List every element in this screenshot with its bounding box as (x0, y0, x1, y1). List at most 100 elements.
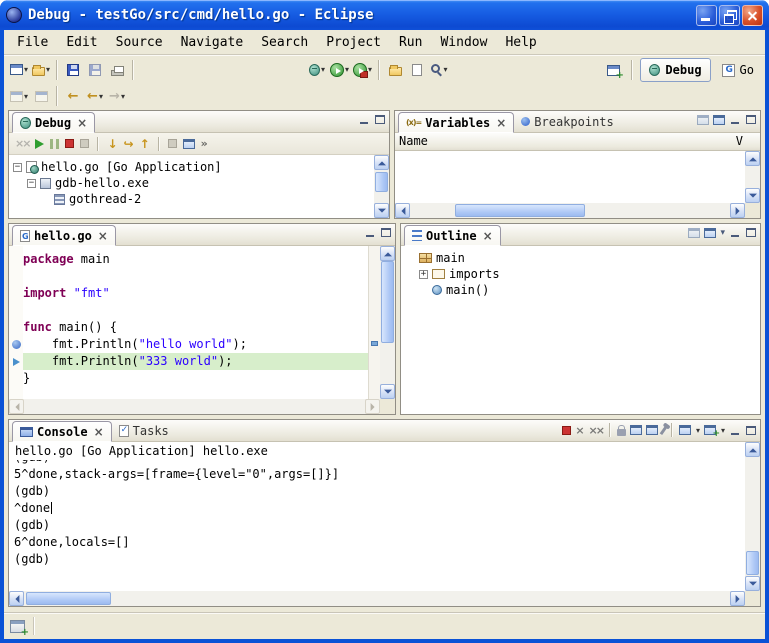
tab-variables[interactable]: (x)= Variables × (398, 112, 514, 133)
close-tab-icon[interactable]: × (98, 230, 108, 242)
open-perspective-button[interactable] (602, 58, 624, 82)
code-line[interactable] (23, 302, 368, 319)
scrollbar-thumb[interactable] (455, 204, 585, 217)
menu-source[interactable]: Source (107, 33, 172, 52)
code-line[interactable]: func main() { (23, 319, 368, 336)
tree-item[interactable]: −gdb-hello.exe (9, 175, 374, 191)
perspective-go-button[interactable]: Go (714, 58, 762, 82)
code-line[interactable]: } (23, 370, 368, 387)
tree-item[interactable]: gothread-2 (9, 191, 374, 207)
word-wrap-button[interactable] (646, 425, 658, 435)
view-menu-icon[interactable]: ▾ (720, 228, 725, 238)
tab-tasks[interactable]: Tasks (112, 420, 176, 441)
scrollbar-thumb[interactable] (746, 551, 759, 575)
toolbar-overflow-chevron[interactable]: » (201, 137, 208, 150)
step-filters-button[interactable] (183, 139, 195, 149)
variables-vertical-scrollbar[interactable] (745, 151, 760, 203)
tree-expander[interactable]: − (27, 179, 36, 188)
gutter-line[interactable] (9, 302, 23, 319)
scroll-down-button[interactable] (374, 203, 389, 218)
menu-navigate[interactable]: Navigate (172, 33, 253, 52)
suspend-button[interactable] (50, 139, 59, 149)
tree-item[interactable]: main (415, 250, 760, 266)
code-line[interactable]: fmt.Println("333 world"); (23, 353, 368, 370)
editor-gutter[interactable] (9, 246, 23, 399)
open-type-button[interactable] (406, 58, 428, 82)
scroll-down-button[interactable] (745, 188, 760, 203)
scroll-lock-button[interactable] (617, 429, 626, 436)
code-area[interactable]: package main import "fmt" func main() { … (23, 246, 368, 399)
ruler-annotation[interactable] (371, 341, 378, 346)
minimize-view-button[interactable] (729, 114, 741, 125)
gutter-line[interactable] (9, 251, 23, 268)
annotation-nav-button[interactable]: ▾ (8, 84, 30, 108)
tree-item[interactable]: main() (415, 282, 760, 298)
editor-vertical-scrollbar[interactable] (380, 246, 395, 399)
sort-button[interactable] (688, 228, 700, 238)
scrollbar-track[interactable] (380, 261, 395, 384)
pin-console-button[interactable] (660, 425, 668, 434)
debug-launch-button[interactable]: ▾ (306, 58, 328, 82)
scroll-up-button[interactable] (380, 246, 395, 261)
debug-vertical-scrollbar[interactable] (374, 155, 389, 218)
scrollbar-thumb[interactable] (26, 592, 111, 605)
last-edit-location-button[interactable]: ← (62, 84, 84, 108)
disconnect-button[interactable] (80, 139, 89, 148)
menu-run[interactable]: Run (390, 33, 431, 52)
scrollbar-track[interactable] (374, 170, 389, 203)
scroll-right-button[interactable] (365, 399, 380, 414)
tree-item[interactable]: −hello.go [Go Application] (9, 159, 374, 175)
scroll-up-button[interactable] (745, 442, 760, 457)
menu-edit[interactable]: Edit (57, 33, 106, 52)
next-annotation-button[interactable] (30, 84, 52, 108)
clear-console-button[interactable] (630, 425, 642, 435)
perspective-debug-button[interactable]: Debug (640, 58, 710, 82)
scrollbar-track[interactable] (24, 399, 365, 414)
menu-project[interactable]: Project (317, 33, 390, 52)
collapse-all-button[interactable] (713, 115, 725, 125)
new-wizard-button[interactable]: ▾ (8, 58, 30, 82)
tab-outline[interactable]: Outline × (404, 225, 501, 246)
back-button[interactable]: ←▾ (84, 84, 106, 108)
open-resource-button[interactable] (384, 58, 406, 82)
code-line[interactable]: fmt.Println("hello world"); (23, 336, 368, 353)
scroll-up-button[interactable] (374, 155, 389, 170)
minimize-view-button[interactable] (729, 227, 741, 238)
terminate-button[interactable] (562, 426, 571, 435)
dropdown-icon[interactable]: ▾ (696, 426, 700, 435)
variables-horizontal-scrollbar[interactable] (395, 203, 745, 218)
tree-expander[interactable]: − (13, 163, 22, 172)
tab-console[interactable]: Console × (12, 421, 112, 442)
print-button[interactable] (106, 58, 128, 82)
minimize-view-button[interactable] (729, 425, 741, 436)
tree-item[interactable]: +imports (415, 266, 760, 282)
drop-to-frame-button[interactable] (168, 139, 177, 148)
external-tools-button[interactable]: ▾ (351, 58, 374, 82)
menu-file[interactable]: File (8, 33, 57, 52)
minimize-view-button[interactable] (364, 227, 376, 238)
console-vertical-scrollbar[interactable] (745, 442, 760, 591)
fast-view-button[interactable] (10, 620, 25, 633)
close-tab-icon[interactable]: × (483, 230, 493, 242)
step-return-button[interactable]: ↑ (140, 137, 150, 151)
close-tab-icon[interactable]: × (496, 117, 506, 129)
console-output[interactable]: (gdb)5^done,stack-args=[frame={level="0"… (9, 460, 745, 591)
scrollbar-track[interactable] (745, 457, 760, 576)
scroll-left-button[interactable] (9, 591, 24, 606)
close-button[interactable] (742, 5, 763, 26)
scrollbar-thumb[interactable] (375, 172, 388, 192)
scroll-left-button[interactable] (395, 203, 410, 218)
search-button[interactable]: ▾ (428, 58, 450, 82)
maximize-view-button[interactable] (745, 425, 757, 436)
code-line[interactable]: package main (23, 251, 368, 268)
overview-ruler[interactable] (368, 246, 380, 399)
code-line[interactable]: import "fmt" (23, 285, 368, 302)
scroll-left-button[interactable] (9, 399, 24, 414)
scroll-down-button[interactable] (745, 576, 760, 591)
console-horizontal-scrollbar[interactable] (9, 591, 745, 606)
tab-hello-go[interactable]: hello.go × (12, 225, 116, 246)
tree-expander[interactable]: + (419, 270, 428, 279)
hide-fields-button[interactable] (704, 228, 716, 238)
menu-help[interactable]: Help (496, 33, 545, 52)
tab-breakpoints[interactable]: Breakpoints (514, 111, 620, 132)
